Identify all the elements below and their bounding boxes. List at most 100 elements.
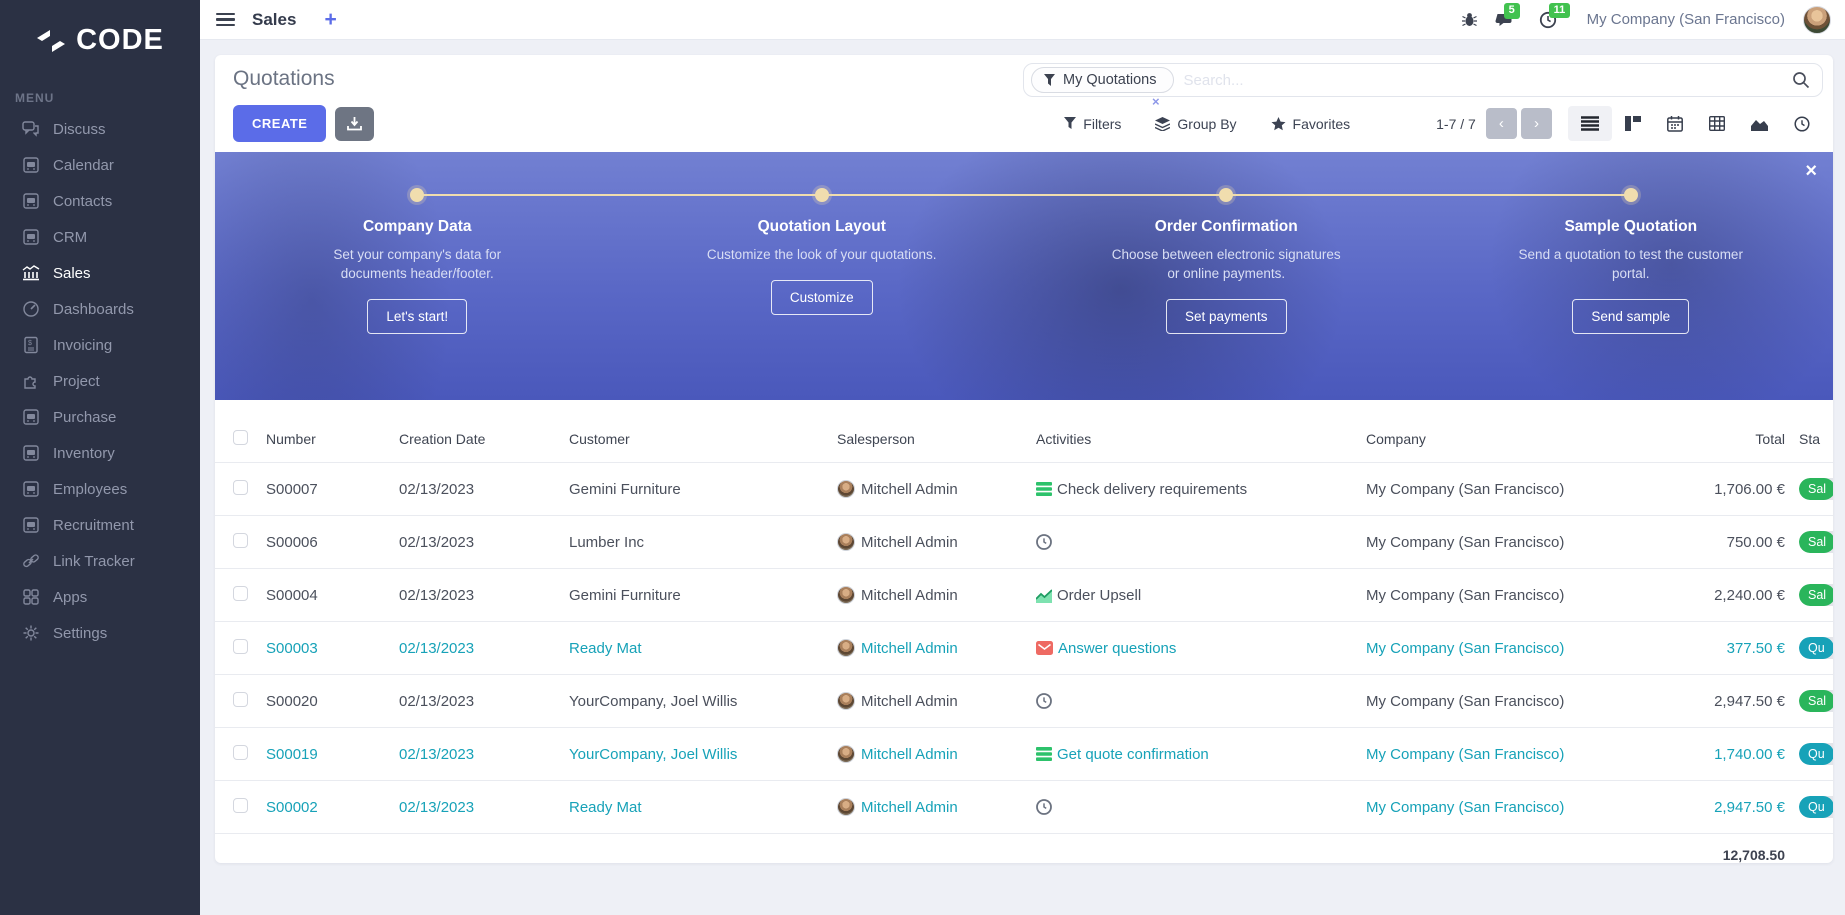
gauge-icon bbox=[22, 300, 40, 318]
sidebar-item-discuss[interactable]: Discuss bbox=[0, 111, 200, 147]
sidebar-item-label: Link Tracker bbox=[53, 553, 135, 570]
user-avatar[interactable] bbox=[1803, 6, 1831, 34]
cell-date: 02/13/2023 bbox=[395, 569, 565, 622]
tasks-activity-icon[interactable] bbox=[1036, 747, 1052, 761]
column-header-status[interactable]: Sta bbox=[1795, 418, 1833, 463]
column-header-total[interactable]: Total bbox=[1620, 418, 1795, 463]
view-list-button[interactable] bbox=[1568, 106, 1612, 141]
table-row[interactable]: S00020 02/13/2023 YourCompany, Joel Will… bbox=[215, 675, 1833, 728]
sidebar-item-apps[interactable]: Apps bbox=[0, 579, 200, 615]
column-header-creation-date[interactable]: Creation Date bbox=[395, 418, 565, 463]
app-logo[interactable]: CODE bbox=[0, 0, 200, 77]
row-checkbox[interactable] bbox=[233, 692, 248, 707]
view-calendar-button[interactable] bbox=[1654, 106, 1696, 142]
view-kanban-button[interactable] bbox=[1612, 106, 1654, 141]
cell-total: 377.50 € bbox=[1620, 622, 1795, 675]
sidebar-item-purchase[interactable]: Purchase bbox=[0, 399, 200, 435]
table-row[interactable]: S00007 02/13/2023 Gemini Furniture Mitch… bbox=[215, 463, 1833, 516]
sidebar-item-label: Contacts bbox=[53, 193, 112, 210]
clock-activity-icon[interactable] bbox=[1036, 693, 1052, 709]
row-checkbox[interactable] bbox=[233, 745, 248, 760]
filters-button[interactable]: Filters bbox=[1064, 116, 1121, 132]
favorites-label: Favorites bbox=[1293, 116, 1351, 132]
view-graph-button[interactable] bbox=[1738, 107, 1781, 141]
sidebar-item-calendar[interactable]: Calendar bbox=[0, 147, 200, 183]
activities-clock-icon[interactable]: 11 bbox=[1535, 7, 1561, 33]
sidebar-item-contacts[interactable]: Contacts bbox=[0, 183, 200, 219]
hamburger-menu-icon[interactable] bbox=[216, 13, 235, 27]
clock-activity-icon[interactable] bbox=[1036, 534, 1052, 550]
table-row[interactable]: S00019 02/13/2023 YourCompany, Joel Will… bbox=[215, 728, 1833, 781]
pager-next-button[interactable]: › bbox=[1521, 108, 1552, 139]
board-icon bbox=[22, 480, 40, 498]
cell-salesperson: Mitchell Admin bbox=[861, 534, 958, 551]
envelope-activity-icon[interactable] bbox=[1036, 641, 1053, 655]
row-checkbox[interactable] bbox=[233, 586, 248, 601]
column-header-number[interactable]: Number bbox=[262, 418, 395, 463]
table-row[interactable]: S00003 02/13/2023 Ready Mat Mitchell Adm… bbox=[215, 622, 1833, 675]
cell-company: My Company (San Francisco) bbox=[1362, 622, 1620, 675]
step-description: Set your company's data for documents he… bbox=[302, 245, 532, 283]
select-all-checkbox[interactable] bbox=[233, 430, 248, 445]
messages-icon[interactable]: 5 bbox=[1490, 7, 1517, 32]
tasks-activity-icon[interactable] bbox=[1036, 482, 1052, 496]
search-bar[interactable]: My Quotations × Search... bbox=[1023, 63, 1823, 97]
sidebar-item-project[interactable]: Project bbox=[0, 363, 200, 399]
column-header-customer[interactable]: Customer bbox=[565, 418, 833, 463]
column-header-company[interactable]: Company bbox=[1362, 418, 1620, 463]
sidebar-item-label: Employees bbox=[53, 481, 127, 498]
company-switcher[interactable]: My Company (San Francisco) bbox=[1587, 11, 1785, 28]
sidebar-item-invoicing[interactable]: $ Invoicing bbox=[0, 327, 200, 363]
send-sample-button[interactable]: Send sample bbox=[1572, 299, 1689, 334]
activity-label: Order Upsell bbox=[1057, 587, 1141, 604]
sidebar-item-inventory[interactable]: Inventory bbox=[0, 435, 200, 471]
clock-activity-icon[interactable] bbox=[1036, 799, 1052, 815]
pager-previous-button[interactable]: ‹ bbox=[1486, 108, 1517, 139]
cell-salesperson: Mitchell Admin bbox=[861, 481, 958, 498]
lets-start-button[interactable]: Let's start! bbox=[367, 299, 467, 334]
favorites-button[interactable]: Favorites bbox=[1271, 116, 1351, 132]
sidebar-item-sales[interactable]: Sales bbox=[0, 255, 200, 291]
pager-range: 1-7 / 7 bbox=[1436, 116, 1476, 132]
create-button[interactable]: CREATE bbox=[233, 105, 326, 142]
status-badge: Sal bbox=[1799, 584, 1833, 606]
step-title: Quotation Layout bbox=[620, 218, 1025, 236]
row-checkbox[interactable] bbox=[233, 533, 248, 548]
logo-icon bbox=[36, 28, 66, 54]
sidebar-item-dashboards[interactable]: Dashboards bbox=[0, 291, 200, 327]
salesperson-avatar bbox=[837, 639, 855, 657]
group-by-button[interactable]: Group By bbox=[1155, 116, 1236, 132]
sidebar-item-employees[interactable]: Employees bbox=[0, 471, 200, 507]
status-badge: Qu bbox=[1799, 743, 1833, 765]
view-activity-button[interactable] bbox=[1781, 106, 1823, 142]
column-header-salesperson[interactable]: Salesperson bbox=[833, 418, 1032, 463]
view-pivot-button[interactable] bbox=[1696, 106, 1738, 141]
module-title: Sales bbox=[252, 10, 296, 30]
quotations-table: Number Creation Date Customer Salesperso… bbox=[215, 418, 1833, 863]
row-checkbox[interactable] bbox=[233, 639, 248, 654]
chart-activity-icon[interactable] bbox=[1036, 588, 1052, 603]
cell-company: My Company (San Francisco) bbox=[1362, 728, 1620, 781]
table-row[interactable]: S00006 02/13/2023 Lumber Inc Mitchell Ad… bbox=[215, 516, 1833, 569]
add-tab-button[interactable]: + bbox=[324, 9, 336, 30]
customize-button[interactable]: Customize bbox=[771, 280, 873, 315]
star-icon bbox=[1271, 117, 1286, 131]
row-checkbox[interactable] bbox=[233, 480, 248, 495]
column-header-activities[interactable]: Activities bbox=[1032, 418, 1362, 463]
facet-remove-button[interactable]: × bbox=[1152, 94, 1160, 109]
sidebar-item-crm[interactable]: CRM bbox=[0, 219, 200, 255]
row-checkbox[interactable] bbox=[233, 798, 248, 813]
table-row[interactable]: S00004 02/13/2023 Gemini Furniture Mitch… bbox=[215, 569, 1833, 622]
set-payments-button[interactable]: Set payments bbox=[1166, 299, 1287, 334]
sidebar-item-link-tracker[interactable]: Link Tracker bbox=[0, 543, 200, 579]
table-row[interactable]: S00002 02/13/2023 Ready Mat Mitchell Adm… bbox=[215, 781, 1833, 834]
pivot-view-icon bbox=[1709, 116, 1725, 131]
debug-bug-icon[interactable] bbox=[1457, 7, 1482, 32]
export-button[interactable] bbox=[335, 107, 374, 141]
search-facet-my-quotations[interactable]: My Quotations bbox=[1031, 67, 1174, 93]
sidebar-item-settings[interactable]: Settings bbox=[0, 615, 200, 651]
cell-date: 02/13/2023 bbox=[395, 781, 565, 834]
cell-customer: Ready Mat bbox=[565, 622, 833, 675]
search-icon[interactable] bbox=[1792, 71, 1810, 89]
sidebar-item-recruitment[interactable]: Recruitment bbox=[0, 507, 200, 543]
